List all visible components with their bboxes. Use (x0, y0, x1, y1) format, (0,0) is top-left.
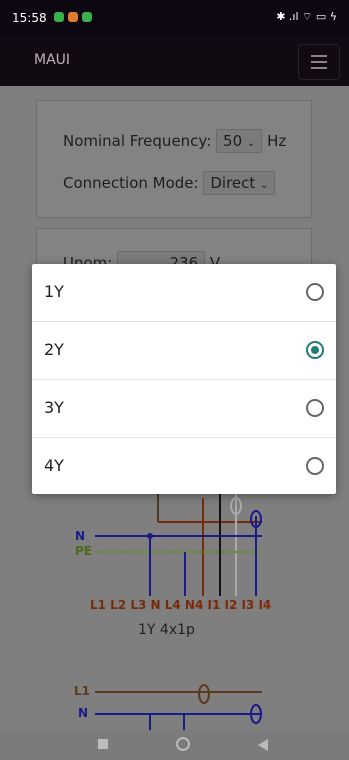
option-2y[interactable]: 2Y (32, 322, 336, 380)
status-icons: ✱ .ıl ⌔ ▭ ϟ (276, 10, 337, 23)
option-picker-dialog: 1Y 2Y 3Y 4Y (32, 264, 336, 494)
wire-label-n: N (75, 529, 86, 543)
app-title: MAUI (34, 52, 71, 68)
notification-icon (68, 12, 78, 22)
back-button[interactable] (258, 739, 268, 751)
app-bar: MAUI (0, 36, 349, 86)
diagram-caption: 1Y 4x1p (138, 622, 195, 638)
radio-unselected-icon[interactable] (306, 457, 324, 475)
terminal-labels: L1 L2 L3 N L4 N4 I1 I2 I3 I4 (90, 598, 272, 612)
option-4y[interactable]: 4Y (32, 438, 336, 495)
option-label: 1Y (44, 282, 64, 301)
option-1y[interactable]: 1Y (32, 264, 336, 322)
junction (147, 533, 153, 539)
option-label: 4Y (44, 456, 64, 475)
notification-icon (82, 12, 92, 22)
status-bar: 15:58 ✱ .ıl ⌔ ▭ ϟ (0, 0, 349, 36)
wire-label-pe: PE (75, 544, 92, 558)
radio-unselected-icon[interactable] (306, 283, 324, 301)
menu-line (311, 61, 327, 63)
menu-line (311, 55, 327, 57)
recents-button[interactable] (98, 739, 108, 749)
sensor (198, 684, 210, 704)
status-time: 15:58 (12, 11, 47, 25)
option-label: 2Y (44, 340, 64, 359)
wire-label-n2: N (78, 706, 89, 720)
hamburger-menu-button[interactable] (298, 44, 340, 80)
menu-line (311, 67, 327, 69)
wire-label-l1: L1 (74, 684, 90, 698)
notification-icon (54, 12, 64, 22)
option-label: 3Y (44, 398, 64, 417)
home-button[interactable] (176, 737, 190, 751)
navigation-bar (0, 730, 349, 760)
radio-unselected-icon[interactable] (306, 399, 324, 417)
radio-selected-icon[interactable] (306, 341, 324, 359)
option-3y[interactable]: 3Y (32, 380, 336, 438)
